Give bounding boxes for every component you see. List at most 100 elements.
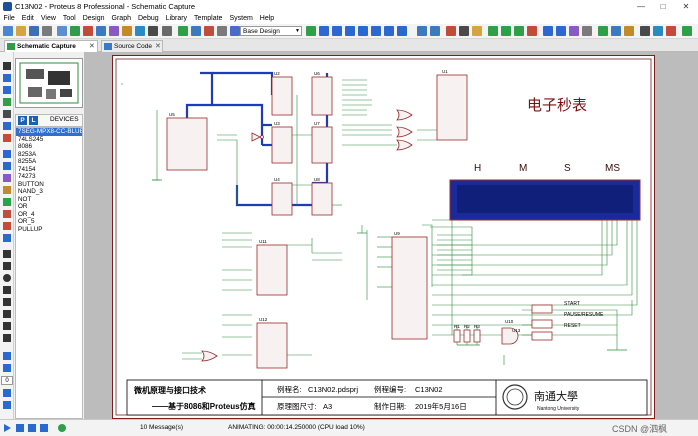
path-icon[interactable] [3, 298, 11, 306]
subcircuit-icon[interactable] [3, 134, 11, 142]
cut-icon[interactable] [446, 26, 456, 36]
list-item[interactable]: NOT [16, 196, 82, 204]
3d-view-icon[interactable] [96, 26, 106, 36]
close-button[interactable]: ✕ [675, 0, 697, 13]
zoom-all-icon[interactable] [397, 26, 407, 36]
list-item[interactable]: 8253A [16, 151, 82, 159]
list-item[interactable]: NAND_3 [16, 188, 82, 196]
pause-button-symbol[interactable] [531, 319, 553, 329]
menu-graph[interactable]: Graph [108, 15, 134, 22]
design-explorer-icon[interactable] [135, 26, 145, 36]
new-file-icon[interactable] [3, 26, 13, 36]
tab-source-code[interactable]: Source Code ✕ [101, 40, 163, 52]
pan-icon[interactable] [217, 26, 227, 36]
R2[interactable] [463, 329, 471, 343]
menu-design[interactable]: Design [79, 15, 108, 22]
list-item[interactable]: 74154 [16, 166, 82, 174]
menu-debug[interactable]: Debug [135, 15, 163, 22]
U3-74LS245[interactable] [271, 126, 293, 164]
redo-icon[interactable] [430, 26, 440, 36]
menu-template[interactable]: Template [191, 15, 226, 22]
origin-icon[interactable] [204, 26, 214, 36]
list-item[interactable]: OR [16, 203, 82, 211]
paste-icon[interactable] [472, 26, 482, 36]
tab-close-icon[interactable]: ✕ [155, 41, 161, 52]
grid-icon[interactable] [191, 26, 201, 36]
U12-8255A[interactable] [256, 322, 288, 369]
make-device-icon[interactable] [556, 26, 566, 36]
box-icon[interactable] [3, 262, 11, 270]
U9-8255A[interactable] [391, 236, 428, 340]
schematic-drawing[interactable]: 电子秒表 H M S MS START PAUSE/RESUME RESET U… [112, 55, 655, 419]
property-assign-icon[interactable] [624, 26, 634, 36]
tab-schematic-capture[interactable]: Schematic Capture ✕ [4, 40, 98, 52]
or-gate-1[interactable] [396, 109, 413, 121]
mirror-y-icon[interactable] [3, 401, 11, 409]
zoom-in-icon[interactable] [345, 26, 355, 36]
pcb-icon[interactable] [83, 26, 93, 36]
component-mode-icon[interactable] [3, 74, 11, 82]
mirror-x-icon[interactable] [3, 389, 11, 397]
reset-button-symbol[interactable] [531, 331, 553, 341]
zoom-cross-icon[interactable] [332, 26, 342, 36]
U5-8086[interactable] [166, 117, 208, 171]
not-gate[interactable] [251, 132, 261, 142]
U7-74273[interactable] [311, 126, 333, 164]
list-item[interactable]: 74273 [16, 173, 82, 181]
gerber-icon[interactable] [109, 26, 119, 36]
menu-edit[interactable]: Edit [18, 15, 37, 22]
U4-74LS245[interactable] [271, 182, 293, 216]
source-code-icon[interactable] [148, 26, 158, 36]
generator-icon[interactable] [3, 198, 11, 206]
list-item[interactable]: OR_4 [16, 211, 82, 219]
library-manager-button[interactable]: L [29, 116, 38, 125]
menu-view[interactable]: View [37, 15, 59, 22]
U8-74273[interactable] [311, 182, 333, 216]
menu-file[interactable]: File [0, 15, 18, 22]
select-area-icon[interactable] [230, 26, 240, 36]
search-icon[interactable] [611, 26, 621, 36]
save-icon[interactable] [29, 26, 39, 36]
maximize-button[interactable]: □ [652, 0, 674, 13]
design-variant-select[interactable]: Base Design ▼ [240, 26, 302, 36]
menu-library[interactable]: Library [162, 15, 190, 22]
overview-window[interactable] [15, 58, 83, 108]
list-item[interactable]: 8086 [16, 143, 82, 151]
rotate-anticlockwise-icon[interactable] [3, 364, 11, 372]
step-icon[interactable] [16, 424, 24, 432]
device-list[interactable]: 7SEG-MPX8-CC-BLUE 74LS245 8086 8253A 825… [15, 127, 83, 419]
schematic-icon[interactable] [70, 26, 80, 36]
U1-74154[interactable] [436, 74, 468, 141]
pause-icon[interactable] [28, 424, 36, 432]
junction-dot-icon[interactable] [3, 86, 11, 94]
text-icon[interactable] [3, 310, 11, 318]
zoom-area-icon[interactable] [384, 26, 394, 36]
buses-icon[interactable] [3, 122, 11, 130]
menu-tool[interactable]: Tool [59, 15, 79, 22]
netlist-icon[interactable] [640, 26, 650, 36]
menu-system[interactable]: System [226, 15, 256, 22]
start-button-symbol[interactable] [531, 304, 553, 314]
U2-74LS245[interactable] [271, 76, 293, 116]
tape-recorder-icon[interactable] [3, 186, 11, 194]
wire-label-icon[interactable] [3, 98, 11, 106]
block-copy-icon[interactable] [488, 26, 498, 36]
symbol-icon[interactable] [3, 322, 11, 330]
U11-8253A[interactable] [256, 244, 288, 296]
or-gate-3[interactable] [396, 139, 413, 151]
block-rotate-icon[interactable] [514, 26, 524, 36]
voltage-probe-icon[interactable] [3, 210, 11, 218]
close-project-icon[interactable] [42, 26, 52, 36]
home-icon[interactable] [57, 26, 67, 36]
virtual-instrument-icon[interactable] [3, 234, 11, 242]
R3[interactable] [473, 329, 481, 343]
line-icon[interactable] [3, 250, 11, 258]
graph-icon[interactable] [3, 174, 11, 182]
rotate-clockwise-icon[interactable] [3, 352, 11, 360]
zoom-toggle-grid-icon[interactable] [319, 26, 329, 36]
arc-icon[interactable] [3, 286, 11, 294]
minimize-button[interactable]: — [630, 0, 652, 13]
text-script-icon[interactable] [3, 110, 11, 118]
rotation-angle-field[interactable]: 0 [1, 376, 13, 385]
refresh-icon[interactable] [178, 26, 188, 36]
